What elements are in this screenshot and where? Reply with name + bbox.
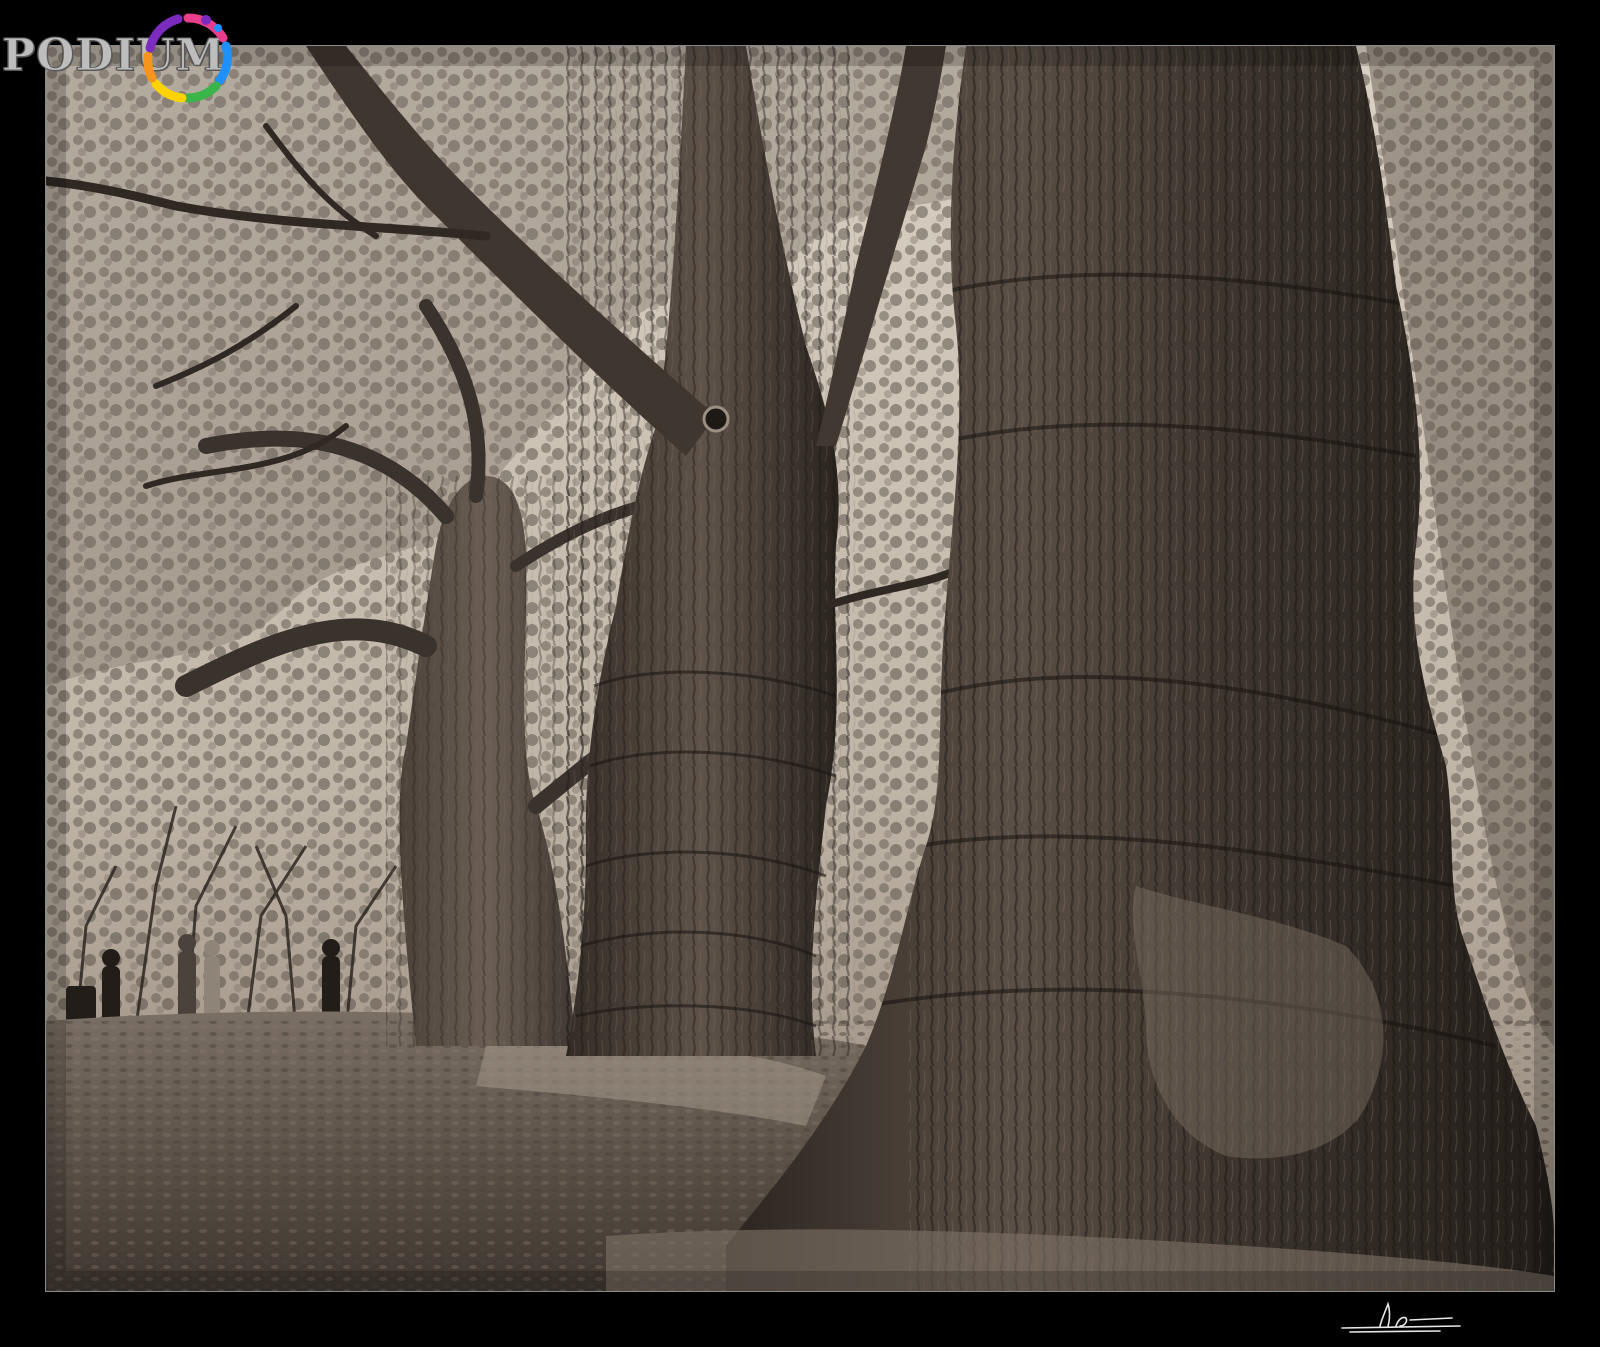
photo-drawing xyxy=(46,46,1554,1291)
signature-mark xyxy=(1341,1301,1461,1333)
colorful-ring-icon xyxy=(143,13,232,103)
black-frame: PODIUM xyxy=(0,0,1600,1347)
oak-trees-photo xyxy=(45,45,1555,1292)
branch-knot xyxy=(702,405,730,433)
podium-logo: PODIUM xyxy=(0,0,240,110)
